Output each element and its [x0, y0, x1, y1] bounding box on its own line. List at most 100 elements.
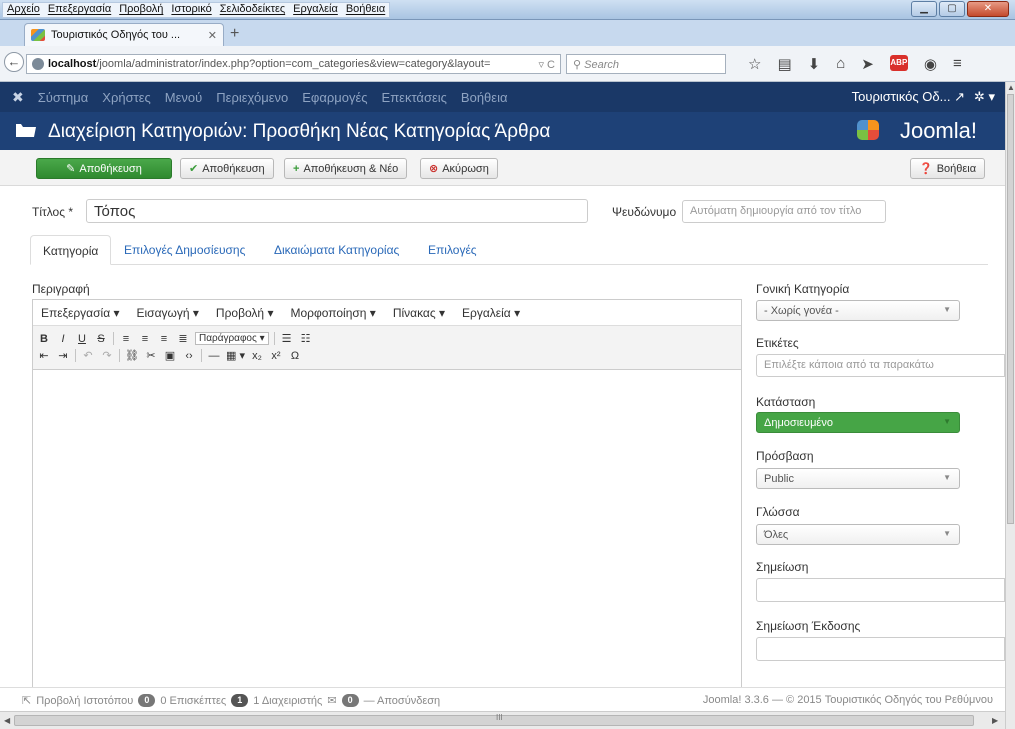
toolbar-divider	[113, 332, 114, 345]
align-center-icon[interactable]: ≡	[138, 333, 152, 345]
scroll-right-icon[interactable]: ▶	[992, 716, 998, 725]
editor-menu-table[interactable]: Πίνακας ▾	[393, 306, 445, 320]
parent-category-value: - Χωρίς γονέα -	[764, 305, 839, 317]
parent-category-select[interactable]: - Χωρίς γονέα - ▼	[756, 300, 960, 321]
admin-menu-users[interactable]: Χρήστες	[102, 90, 151, 105]
underline-icon[interactable]: U	[75, 333, 89, 345]
adblock-icon[interactable]: ABP	[889, 55, 908, 71]
menu-tools[interactable]: Εργαλεία	[293, 3, 338, 17]
strikethrough-icon[interactable]: S	[94, 333, 108, 345]
status-left: ⇱ Προβολή Ιστοτόπου 0 0 Επισκέπτες 1 1 Δ…	[22, 694, 440, 707]
horizontal-scrollbar[interactable]: ◀ III ▶	[0, 711, 1005, 729]
chat-icon[interactable]: ◉	[924, 55, 937, 73]
menu-file[interactable]: Αρχείο	[7, 3, 40, 17]
admin-menu-system[interactable]: Σύστημα	[38, 90, 89, 105]
close-tab-icon[interactable]: ✕	[208, 29, 217, 42]
save-new-button[interactable]: + Αποθήκευση & Νέο	[284, 158, 408, 179]
new-tab-icon[interactable]: +	[230, 25, 239, 43]
menu-edit[interactable]: Επεξεργασία	[48, 3, 111, 17]
redo-icon[interactable]: ↷	[100, 349, 114, 362]
subscript-icon[interactable]: x₂	[250, 350, 264, 362]
tab-publishing[interactable]: Επιλογές Δημοσίευσης	[112, 235, 257, 265]
close-window-button[interactable]: ✕	[967, 1, 1009, 17]
save-close-button[interactable]: ✔ Αποθήκευση	[180, 158, 274, 179]
messages-badge[interactable]: 0	[341, 694, 359, 707]
menu-view[interactable]: Προβολή	[119, 3, 163, 17]
hamburger-menu-icon[interactable]: ≡	[953, 55, 962, 73]
align-right-icon[interactable]: ≡	[157, 333, 171, 345]
menu-bookmarks[interactable]: Σελιδοδείκτες	[220, 3, 285, 17]
editor-menu-format[interactable]: Μορφοποίηση ▾	[290, 306, 375, 320]
status-select[interactable]: Δημοσιευμένο ▼	[756, 412, 960, 433]
joomla-logo-icon[interactable]: ✖	[12, 89, 24, 106]
tab-category[interactable]: Κατηγορία	[30, 235, 112, 265]
admin-menu-help[interactable]: Βοήθεια	[461, 90, 508, 105]
image-icon[interactable]: ▣	[163, 349, 177, 362]
vertical-scroll-thumb[interactable]	[1007, 94, 1014, 524]
site-link[interactable]: Τουριστικός Οδ... ↗	[852, 89, 965, 105]
code-icon[interactable]: ‹›	[182, 350, 196, 362]
download-icon[interactable]: ⬇	[808, 55, 821, 73]
special-character-icon[interactable]: Ω	[288, 350, 302, 362]
outdent-icon[interactable]: ⇤	[37, 349, 51, 362]
horizontal-rule-icon[interactable]: —	[207, 350, 221, 362]
view-site-link[interactable]: Προβολή Ιστοτόπου	[36, 695, 133, 707]
align-left-icon[interactable]: ≡	[119, 333, 133, 345]
maximize-button[interactable]: ▢	[939, 1, 965, 17]
browser-tab[interactable]: Τουριστικός Οδηγός του ... ✕	[24, 23, 224, 46]
send-icon[interactable]: ➤	[861, 55, 874, 73]
logout-link[interactable]: — Αποσύνδεση	[364, 695, 441, 707]
admin-menu-menus[interactable]: Μενού	[165, 90, 202, 105]
chevron-down-icon: ▼	[943, 417, 951, 426]
format-dropdown[interactable]: Παράγραφος ▾	[195, 332, 269, 345]
editor-menu-insert[interactable]: Εισαγωγή ▾	[137, 306, 199, 320]
search-input[interactable]: ⚲ Search	[566, 54, 726, 74]
alias-input[interactable]: Αυτόματη δημιουργία από τον τίτλο	[682, 200, 886, 223]
admin-menu-extensions[interactable]: Επεκτάσεις	[382, 90, 447, 105]
italic-icon[interactable]: I	[56, 333, 70, 345]
minimize-button[interactable]: ▁	[911, 1, 937, 17]
tags-input[interactable]: Επιλέξτε κάποια από τα παρακάτω	[756, 354, 1005, 377]
tab-options[interactable]: Επιλογές	[416, 235, 489, 265]
editor-content-area[interactable]	[33, 370, 741, 688]
reading-list-icon[interactable]: ▤	[777, 55, 791, 73]
access-select[interactable]: Public ▼	[756, 468, 960, 489]
undo-icon[interactable]: ↶	[81, 349, 95, 362]
help-button[interactable]: ❓ Βοήθεια	[910, 158, 986, 179]
note-input[interactable]	[756, 578, 1005, 602]
home-icon[interactable]: ⌂	[836, 55, 845, 73]
scroll-left-icon[interactable]: ◀	[4, 716, 10, 725]
table-icon[interactable]: ▦ ▾	[226, 349, 245, 362]
admin-menu-components[interactable]: Εφαρμογές	[302, 90, 367, 105]
toolbar-divider	[273, 332, 275, 345]
reload-icon[interactable]: ▿ C	[532, 58, 555, 71]
align-justify-icon[interactable]: ≣	[176, 332, 190, 345]
link-icon[interactable]: ⛓	[125, 349, 139, 362]
editor-menu-view[interactable]: Προβολή ▾	[216, 306, 274, 320]
tab-permissions[interactable]: Δικαιώματα Κατηγορίας	[262, 235, 411, 265]
bullet-list-icon[interactable]: ☰	[280, 332, 294, 345]
superscript-icon[interactable]: x²	[269, 350, 283, 362]
bold-icon[interactable]: B	[37, 333, 51, 345]
unlink-icon[interactable]: ✂	[144, 349, 158, 362]
url-bar[interactable]: localhost /joomla/administrator/index.ph…	[26, 54, 561, 74]
menu-history[interactable]: Ιστορικό	[171, 3, 211, 17]
menu-help[interactable]: Βοήθεια	[346, 3, 385, 17]
scroll-up-icon[interactable]: ▲	[1007, 83, 1015, 92]
numbered-list-icon[interactable]: ☷	[299, 332, 313, 345]
save-button[interactable]: ✎ Αποθήκευση	[36, 158, 172, 179]
version-note-input[interactable]	[756, 637, 1005, 661]
horizontal-scroll-thumb[interactable]	[14, 715, 974, 726]
editor-menu-edit[interactable]: Επεξεργασία ▾	[41, 306, 120, 320]
title-input[interactable]: Τόπος	[86, 199, 588, 223]
language-select[interactable]: Όλες ▼	[756, 524, 960, 545]
admin-menu-content[interactable]: Περιεχόμενο	[216, 90, 288, 105]
indent-icon[interactable]: ⇥	[56, 349, 70, 362]
bookmark-star-icon[interactable]: ☆	[748, 55, 761, 73]
vertical-scrollbar[interactable]: ▲	[1005, 82, 1015, 729]
editor-menu-tools[interactable]: Εργαλεία ▾	[462, 306, 520, 320]
site-info-icon[interactable]	[32, 58, 44, 70]
back-arrow-icon[interactable]: ←	[4, 52, 24, 72]
gear-icon[interactable]: ✲ ▾	[974, 89, 995, 105]
cancel-button[interactable]: ⊗ Ακύρωση	[420, 158, 498, 179]
